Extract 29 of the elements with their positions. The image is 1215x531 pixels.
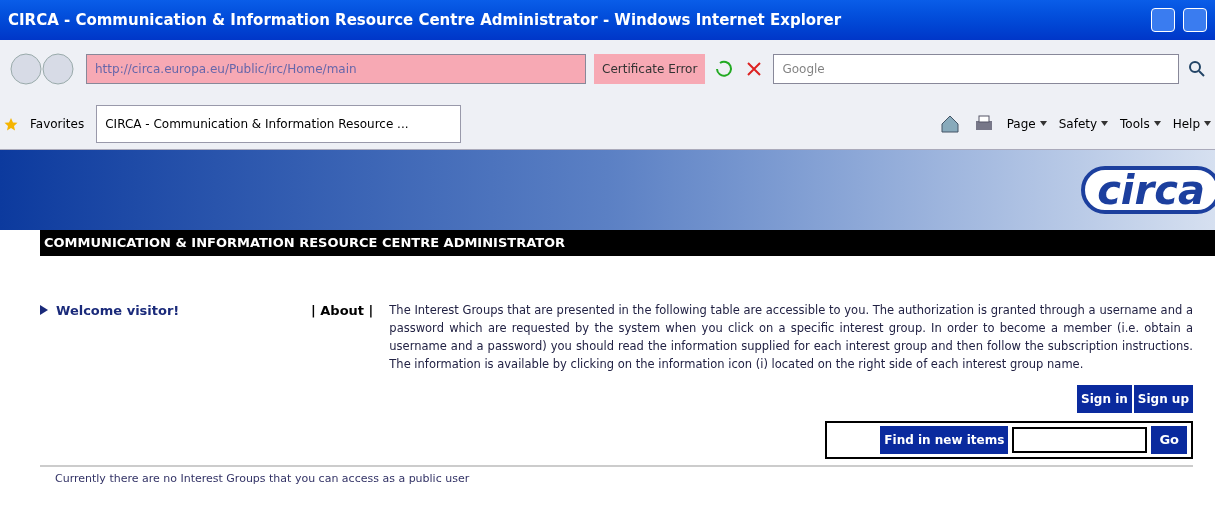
heading-bar: COMMUNICATION & INFORMATION RESOURCE CENTRE ADMINISTRATOR: [40, 230, 1215, 256]
caret-icon: [1153, 121, 1161, 126]
caret-icon: [1204, 121, 1211, 126]
search-icon[interactable]: [1187, 59, 1207, 79]
find-label: Find in new items: [880, 426, 1009, 454]
find-input[interactable]: [1012, 427, 1148, 453]
circa-logo: circa: [1081, 166, 1215, 214]
triangle-bullet-icon: [40, 305, 48, 315]
command-menu[interactable]: Tools: [1120, 114, 1161, 133]
minimize-button[interactable]: [1151, 8, 1175, 32]
certificate-error-badge[interactable]: Certificate Error: [594, 54, 706, 84]
sign-button[interactable]: Sign in: [1077, 385, 1132, 413]
favorites-button[interactable]: Favorites: [30, 114, 85, 133]
go-button[interactable]: Go: [1151, 426, 1187, 454]
search-field[interactable]: Google: [773, 54, 1179, 84]
browser-tab[interactable]: CIRCA - Communication & Information Resource ...: [96, 104, 462, 143]
about-paragraph: The Interest Groups that are presented in the following table are accessible to you. The authorization is granted through a username and a password which are requested by the system when you click on a specific interest group. In order to become a member (i.e. obtain a username and a password) you should read the information supplied for each interest group and then follow the subscription instructions. The information is available by clicking on the information icon (i) located on the right side of each interest group name.: [389, 302, 1193, 373]
maximize-button[interactable]: [1183, 8, 1207, 32]
status-message: Currently there are no Interest Groups that you can access as a public user: [54, 471, 471, 487]
welcome-link[interactable]: Welcome visitor!: [56, 301, 180, 321]
star-icon[interactable]: [4, 116, 18, 131]
about-label: | About |: [311, 302, 374, 320]
command-menu[interactable]: Page: [1006, 114, 1047, 133]
command-menu[interactable]: Help: [1172, 114, 1211, 133]
command-menu[interactable]: Safety: [1058, 114, 1109, 133]
window-title: CIRCA - Communication & Information Resource Centre Administrator - Windows Internet Explorer: [8, 9, 843, 31]
caret-icon: [1101, 121, 1109, 126]
caret-icon: [1039, 121, 1047, 126]
sign-button[interactable]: Sign up: [1133, 385, 1193, 413]
